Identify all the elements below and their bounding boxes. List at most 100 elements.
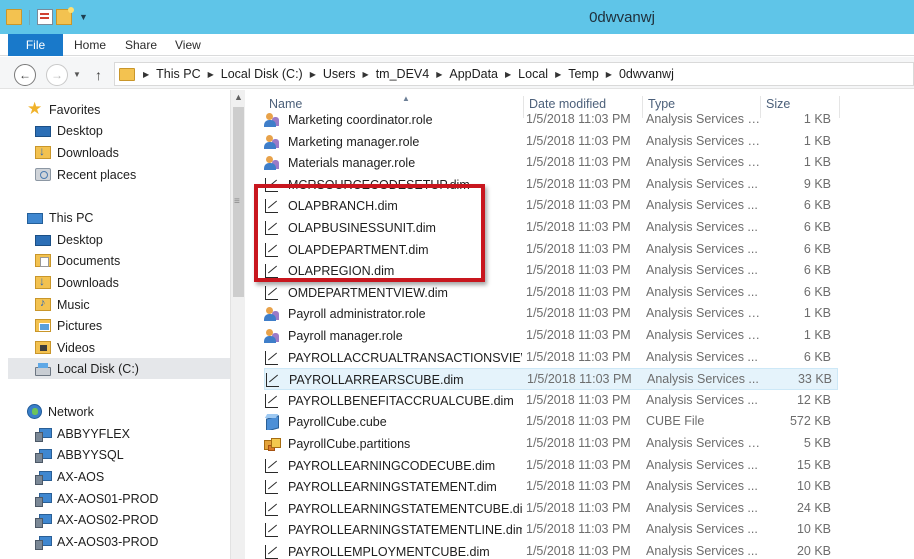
file-row[interactable]: PayrollCube.cube 1/5/2018 11:03 PM CUBE Fi…: [264, 411, 838, 433]
file-row[interactable]: PAYROLLEMPLOYMENTCUBE.dim 1/5/2018 11:03 …: [264, 541, 838, 559]
file-name-cell[interactable]: PAYROLLEMPLOYMENTCUBE.dim: [264, 544, 522, 559]
file-date-modified: 1/5/2018 11:03 PM: [526, 500, 631, 515]
file-name-cell[interactable]: Marketing manager.role: [264, 134, 522, 150]
file-row[interactable]: PAYROLLEARNINGSTATEMENT.dim 1/5/2018 11:0…: [264, 476, 838, 498]
file-name-cell[interactable]: PAYROLLACCRUALTRANSACTIONSVIEW....: [264, 350, 522, 366]
nav-net-ax-aos01-prod[interactable]: AX-AOS01-PROD: [35, 488, 158, 509]
tab-view[interactable]: View: [175, 34, 201, 56]
file-row[interactable]: OMDEPARTMENTVIEW.dim 1/5/2018 11:03 PM Ana…: [264, 282, 838, 304]
breadcrumb-current-folder[interactable]: 0dwvanwj: [619, 67, 674, 81]
breadcrumb-local[interactable]: Local: [518, 67, 548, 81]
role-file-icon: [264, 134, 280, 150]
file-name-cell[interactable]: PAYROLLBENEFITACCRUALCUBE.dim: [264, 393, 522, 409]
file-name-cell[interactable]: PayrollCube.cube: [264, 414, 522, 430]
recent-locations-dropdown-icon[interactable]: ▼: [73, 70, 81, 79]
file-row[interactable]: Materials manager.role 1/5/2018 11:03 PM A…: [264, 152, 838, 174]
forward-button[interactable]: →: [46, 64, 68, 86]
file-name-cell[interactable]: PAYROLLARREARSCUBE.dim: [265, 372, 523, 388]
tab-file[interactable]: File: [8, 34, 63, 56]
back-button[interactable]: ←: [14, 64, 36, 86]
nav-fav-downloads[interactable]: Downloads: [35, 142, 119, 163]
tab-share[interactable]: Share: [125, 34, 157, 56]
tab-home[interactable]: Home: [74, 34, 106, 56]
breadcrumb-users[interactable]: Users: [323, 67, 356, 81]
file-type: Analysis Services ...: [646, 220, 758, 234]
file-name-cell[interactable]: PayrollCube.partitions: [264, 436, 522, 452]
up-arrow-icon[interactable]: ↑: [95, 67, 102, 83]
file-row[interactable]: Payroll manager.role 1/5/2018 11:03 PM Ana…: [264, 325, 838, 347]
nav-net-ax-aos03-prod[interactable]: AX-AOS03-PROD: [35, 531, 158, 552]
address-row: ← → ▼ ↑ ▶ This PC ▶ Local Disk (C:) ▶ Us…: [0, 57, 914, 89]
file-type: Analysis Services ...: [646, 198, 758, 213]
file-row[interactable]: PAYROLLARREARSCUBE.dim 1/5/2018 11:03 PM A…: [264, 368, 838, 390]
file-name-cell[interactable]: PAYROLLEARNINGCODECUBE.dim: [264, 458, 522, 474]
pane-resize-grip-icon[interactable]: ≡: [234, 196, 240, 207]
nav-network[interactable]: Network: [27, 401, 94, 422]
breadcrumb-appdata[interactable]: AppData: [449, 67, 498, 81]
nav-favorites[interactable]: Favorites: [27, 99, 100, 120]
dimension-file-icon: [264, 458, 280, 474]
nav-this-pc[interactable]: This PC: [27, 207, 93, 228]
file-row[interactable]: PAYROLLACCRUALTRANSACTIONSVIEW.... 1/5/20…: [264, 347, 838, 369]
nav-pc-music[interactable]: Music: [35, 294, 90, 315]
nav-net-ax-aos[interactable]: AX-AOS: [35, 466, 104, 487]
file-row[interactable]: PAYROLLEARNINGCODECUBE.dim 1/5/2018 11:03…: [264, 455, 838, 477]
breadcrumb-separator-icon[interactable]: ▶: [310, 70, 316, 79]
nav-pc-documents[interactable]: Documents: [35, 250, 120, 271]
nav-label: Documents: [57, 253, 121, 268]
file-row[interactable]: PAYROLLBENEFITACCRUALCUBE.dim 1/5/2018 11…: [264, 390, 838, 412]
file-row[interactable]: PAYROLLEARNINGSTATEMENTLINE.dim 1/5/2018 …: [264, 519, 838, 541]
file-size: 6 KB: [803, 284, 831, 299]
file-name-cell[interactable]: Materials manager.role: [264, 155, 522, 171]
file-name-cell[interactable]: Payroll manager.role: [264, 328, 522, 344]
nav-pc-downloads[interactable]: Downloads: [35, 272, 119, 293]
breadcrumb-separator-icon[interactable]: ▶: [555, 70, 561, 79]
file-name: OMDEPARTMENTVIEW.dim: [288, 285, 448, 300]
breadcrumb-user[interactable]: tm_DEV4: [376, 67, 430, 81]
file-name-cell[interactable]: Marketing coordinator.role: [264, 112, 522, 128]
file-type: Analysis Services R...: [646, 306, 761, 321]
file-name: Marketing coordinator.role: [288, 113, 433, 127]
role-file-icon: [264, 155, 280, 171]
breadcrumb-separator-icon[interactable]: ▶: [606, 70, 612, 79]
breadcrumb-separator-icon[interactable]: ▶: [363, 70, 369, 79]
file-row[interactable]: PAYROLLEARNINGSTATEMENTCUBE.dim 1/5/2018 …: [264, 498, 838, 520]
breadcrumb-separator-icon[interactable]: ▶: [436, 70, 442, 79]
nav-net-ax-aos02-prod[interactable]: AX-AOS02-PROD: [35, 509, 158, 530]
breadcrumb-local-disk[interactable]: Local Disk (C:): [221, 67, 303, 81]
nav-pc-videos[interactable]: Videos: [35, 337, 95, 358]
nav-fav-desktop[interactable]: Desktop: [35, 120, 103, 141]
file-date-modified: 1/5/2018 11:03 PM: [526, 479, 631, 494]
file-row[interactable]: Marketing manager.role 1/5/2018 11:03 PM A…: [264, 131, 838, 153]
file-size: 9 KB: [803, 176, 831, 191]
file-row[interactable]: Marketing coordinator.role 1/5/2018 11:03…: [264, 109, 838, 131]
back-arrow-icon: ←: [19, 68, 31, 82]
file-date-modified: 1/5/2018 11:03 PM: [526, 155, 631, 170]
nav-net-abbyysql[interactable]: ABBYYSQL: [35, 444, 124, 465]
file-name-cell[interactable]: OMDEPARTMENTVIEW.dim: [264, 285, 522, 301]
file-type: Analysis Services R...: [646, 328, 761, 342]
file-name-cell[interactable]: PAYROLLEARNINGSTATEMENTCUBE.dim: [264, 501, 522, 517]
role-file-icon: [264, 112, 280, 128]
file-row[interactable]: Payroll administrator.role 1/5/2018 11:03…: [264, 303, 838, 325]
file-type: Analysis Services ...: [646, 479, 758, 494]
file-type: Analysis Services R...: [646, 133, 761, 148]
file-name-cell[interactable]: PAYROLLEARNINGSTATEMENTLINE.dim: [264, 522, 522, 538]
breadcrumb-temp[interactable]: Temp: [568, 67, 599, 81]
file-name-cell[interactable]: Payroll administrator.role: [264, 306, 522, 322]
nav-pc-local-disk[interactable]: Local Disk (C:): [8, 358, 230, 379]
file-name-cell[interactable]: PAYROLLEARNINGSTATEMENT.dim: [264, 479, 522, 495]
breadcrumb-this-pc[interactable]: This PC: [156, 67, 200, 81]
nav-pc-desktop[interactable]: Desktop: [35, 229, 103, 250]
nav-fav-recent-places[interactable]: Recent places: [35, 164, 136, 185]
nav-pc-pictures[interactable]: Pictures: [35, 315, 102, 336]
nav-net-abbyyflex[interactable]: ABBYYFLEX: [35, 423, 130, 444]
breadcrumb-separator-icon[interactable]: ▶: [505, 70, 511, 79]
network-computer-icon: [35, 470, 52, 485]
file-row[interactable]: PayrollCube.partitions 1/5/2018 11:03 PM A…: [264, 433, 838, 455]
address-bar[interactable]: ▶ This PC ▶ Local Disk (C:) ▶ Users ▶ tm…: [114, 62, 914, 86]
breadcrumb-separator-icon[interactable]: ▶: [143, 70, 149, 79]
scroll-up-icon[interactable]: ▲: [231, 92, 246, 102]
breadcrumb-separator-icon[interactable]: ▶: [208, 70, 214, 79]
navigation-pane-scrollbar[interactable]: ▲: [230, 90, 245, 559]
